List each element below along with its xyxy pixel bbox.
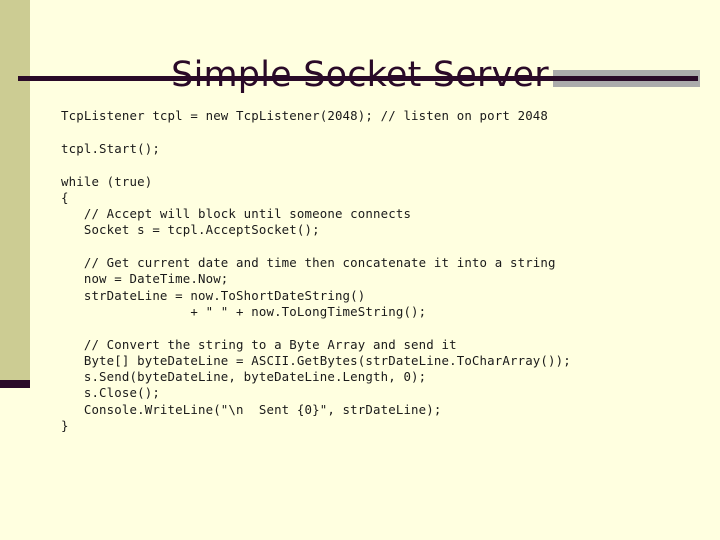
code-line: Console.WriteLine("\n Sent {0}", strDate… bbox=[61, 401, 442, 417]
code-line: TcpListener tcpl = new TcpListener(2048)… bbox=[61, 108, 549, 124]
page-title: Simple Socket Server bbox=[171, 55, 549, 96]
code-line: s.Close(); bbox=[61, 385, 160, 401]
code-line: // Get current date and time then concat… bbox=[61, 255, 556, 271]
left-decorative-band bbox=[0, 0, 30, 380]
code-line: tcpl.Start(); bbox=[61, 140, 160, 156]
code-line: now = DateTime.Now; bbox=[61, 271, 229, 287]
code-line: + " " + now.ToLongTimeString(); bbox=[61, 303, 427, 319]
code-line: Socket s = tcpl.AcceptSocket(); bbox=[61, 222, 320, 238]
code-line: Byte[] byteDateLine = ASCII.GetBytes(str… bbox=[61, 352, 571, 368]
code-line: // Accept will block until someone conne… bbox=[61, 206, 412, 222]
code-line: } bbox=[61, 418, 69, 434]
code-line: strDateLine = now.ToShortDateString() bbox=[61, 287, 366, 303]
code-line: { bbox=[61, 189, 69, 205]
left-band-foot-rule bbox=[0, 380, 30, 388]
presentation-slide: Simple Socket Server TcpListener tcpl = … bbox=[0, 0, 720, 540]
code-line: s.Send(byteDateLine, byteDateLine.Length… bbox=[61, 369, 427, 385]
code-line: // Convert the string to a Byte Array an… bbox=[61, 336, 457, 352]
code-block: TcpListener tcpl = new TcpListener(2048)… bbox=[61, 108, 711, 434]
code-line: while (true) bbox=[61, 173, 153, 189]
